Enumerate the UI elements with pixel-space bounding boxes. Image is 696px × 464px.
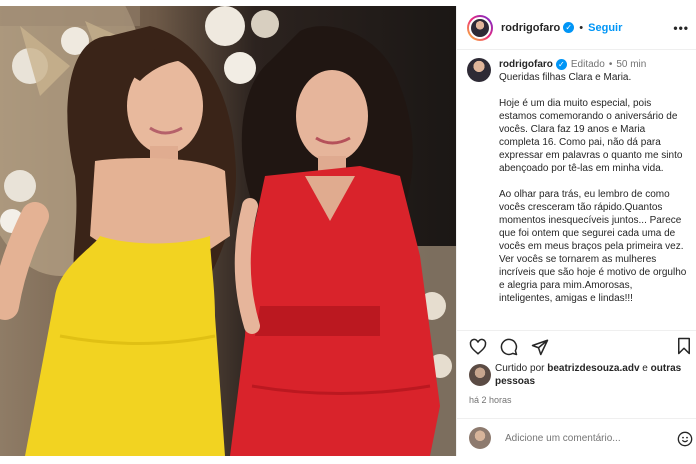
caption-header: rodrigofaro ✓ Editado • 50 min Queridas … [457, 50, 696, 305]
post-sidebar: rodrigofaro ✓ • Seguir ••• rodrigofaro ✓… [456, 6, 696, 456]
separator-dot: • [608, 59, 613, 70]
liked-by-prefix: Curtido por [495, 363, 545, 374]
emoji-icon[interactable] [677, 431, 693, 452]
verified-badge-icon: ✓ [563, 22, 575, 33]
avatar [469, 427, 491, 449]
caption-paragraph: Ao olhar para trás, eu lembro de como vo… [499, 189, 690, 304]
post-photo-illustration [0, 6, 456, 456]
caption-meta: rodrigofaro ✓ Editado • 50 min [499, 58, 687, 71]
separator-dot: • [579, 21, 584, 34]
post-header: rodrigofaro ✓ • Seguir ••• [457, 6, 696, 50]
liked-by: Curtido por beatrizdesouza.adv e outras … [457, 362, 696, 388]
caption-username[interactable]: rodrigofaro [499, 58, 553, 71]
action-bar [457, 330, 696, 363]
instagram-post: rodrigofaro ✓ • Seguir ••• rodrigofaro ✓… [0, 0, 696, 464]
follow-button[interactable]: Seguir [588, 22, 622, 34]
post-timestamp[interactable]: há 2 horas [469, 395, 512, 405]
profile-avatar-ring[interactable] [467, 14, 493, 41]
avatar[interactable] [467, 58, 491, 82]
comment-row [457, 418, 696, 457]
share-icon[interactable] [530, 337, 550, 357]
liked-by-text: Curtido por beatrizdesouza.adv e outras … [495, 362, 696, 388]
comment-icon[interactable] [499, 337, 519, 357]
liked-by-connector: e [642, 363, 648, 374]
caption-text: rodrigofaro ✓ Editado • 50 min Queridas … [499, 58, 687, 305]
caption-area[interactable]: rodrigofaro ✓ Editado • 50 min Queridas … [457, 50, 696, 330]
post-photo[interactable] [0, 6, 456, 456]
avatar[interactable] [469, 364, 491, 386]
more-options-icon[interactable]: ••• [673, 21, 689, 35]
liked-by-user[interactable]: beatrizdesouza.adv [547, 363, 639, 374]
heart-icon[interactable] [468, 337, 488, 357]
bookmark-icon[interactable] [675, 337, 693, 360]
edited-label: Editado [570, 59, 605, 70]
caption-greeting: Queridas filhas Clara e Maria. [499, 72, 632, 83]
avatar[interactable] [469, 16, 491, 39]
comment-input[interactable] [503, 431, 667, 445]
verified-badge-icon: ✓ [555, 59, 567, 70]
caption-paragraph: Hoje é um dia muito especial, pois estam… [499, 98, 686, 174]
header-username[interactable]: rodrigofaro [501, 22, 560, 34]
caption-time: 50 min [616, 59, 647, 70]
